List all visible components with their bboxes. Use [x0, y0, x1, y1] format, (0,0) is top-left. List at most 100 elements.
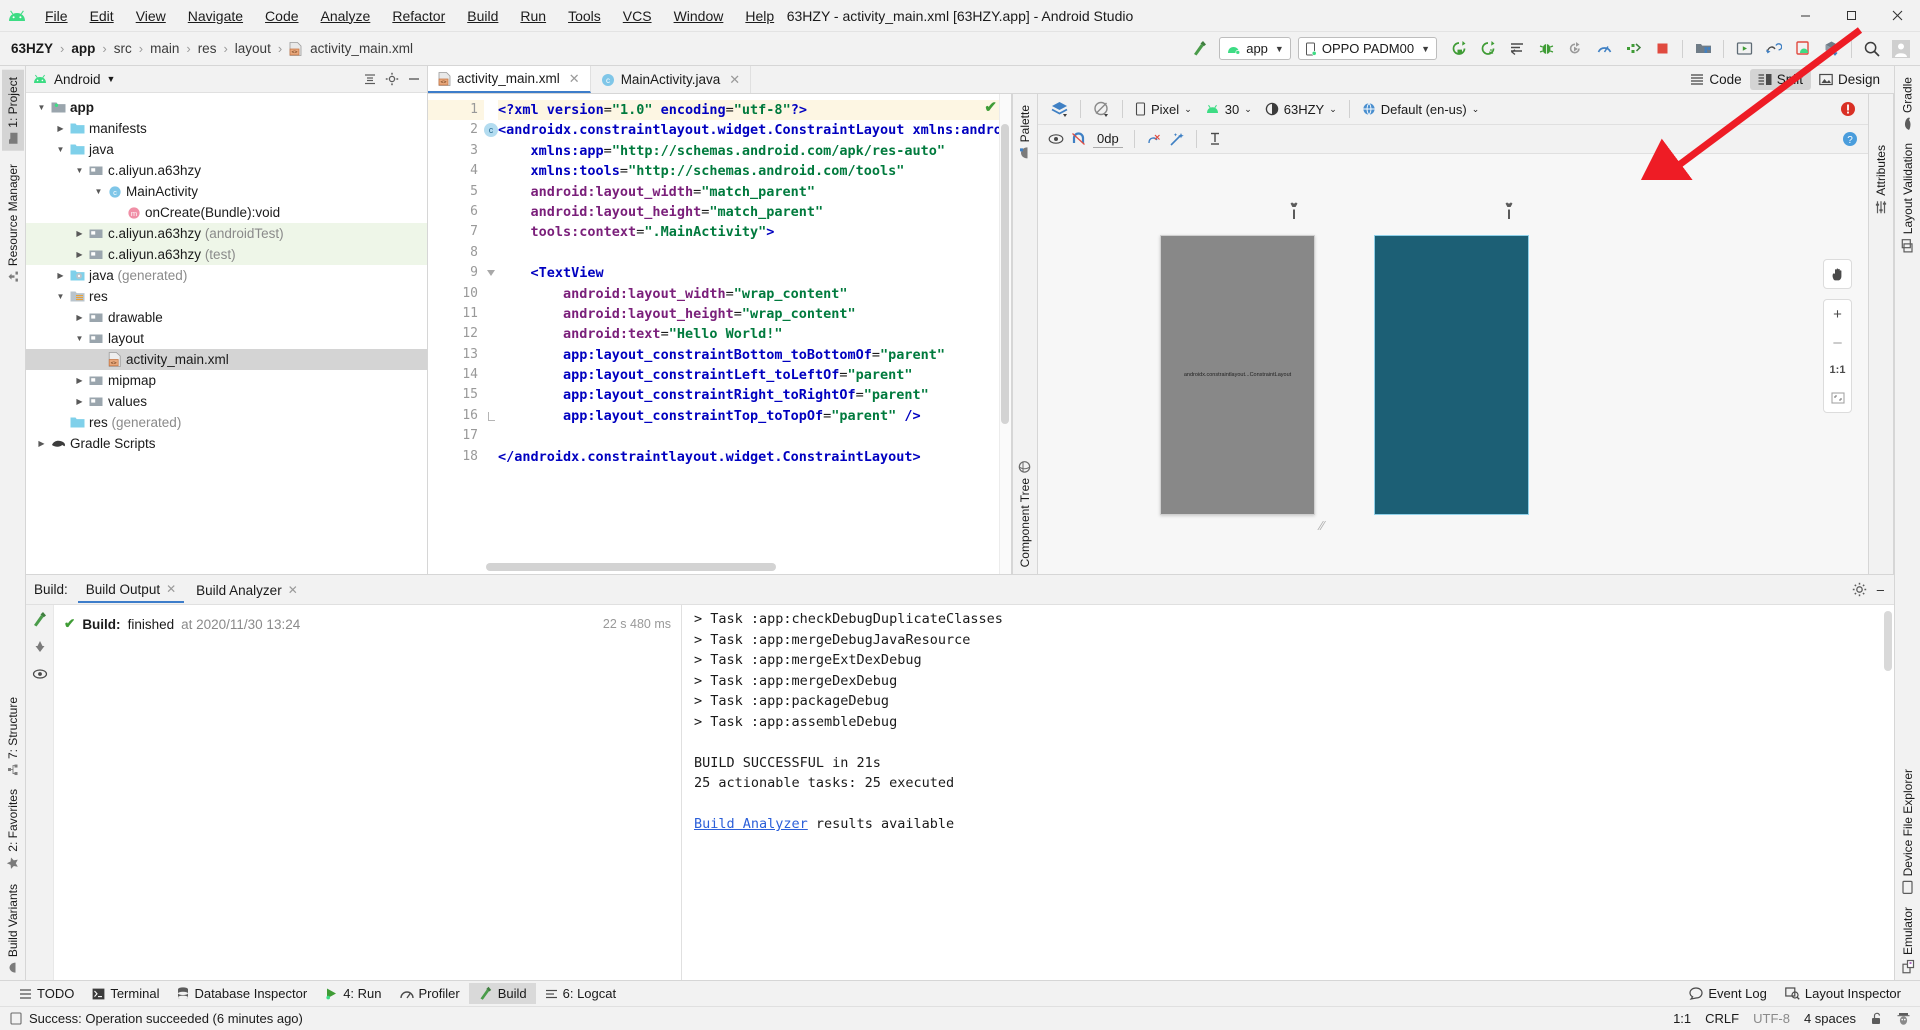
sdk-manager-icon[interactable] [1690, 36, 1716, 62]
line-number[interactable]: 7 [428, 222, 484, 242]
code-line[interactable]: android:text="Hello World!" [498, 324, 1011, 344]
tool-window-logcat[interactable]: 6: Logcat [536, 983, 626, 1004]
sidebar-item-attributes[interactable]: Attributes [1870, 138, 1892, 221]
gradle-sync-icon[interactable] [1818, 36, 1844, 62]
unlock-icon[interactable] [1870, 1012, 1883, 1025]
close-icon[interactable]: ✕ [729, 72, 740, 88]
line-number[interactable]: 3 [428, 141, 484, 161]
code-line[interactable]: xmlns:app="http://schemas.android.com/ap… [498, 141, 1011, 161]
tool-window-database-inspector[interactable]: Database Inspector [168, 983, 316, 1004]
chevron-down-icon[interactable]: ▼ [74, 334, 85, 343]
chevron-right-icon[interactable]: ▶ [74, 229, 85, 238]
sidebar-item-gradle[interactable]: Gradle [1896, 70, 1919, 136]
chevron-down-icon[interactable]: ▼ [74, 166, 85, 175]
magnet-icon[interactable] [1071, 132, 1086, 146]
apply-code-changes-icon[interactable] [1504, 36, 1530, 62]
build-log[interactable]: > Task :app:checkDebugDuplicateClasses > … [682, 605, 1894, 980]
file-encoding[interactable]: UTF-8 [1753, 1011, 1790, 1026]
theme-selector[interactable]: 63HZY ⌄ [1260, 100, 1342, 119]
indent-setting[interactable]: 4 spaces [1804, 1011, 1856, 1026]
avatar-icon[interactable] [1888, 36, 1914, 62]
chevron-right-icon[interactable]: ▶ [55, 271, 66, 280]
line-number[interactable]: 13 [428, 345, 484, 365]
line-number[interactable]: 10 [428, 284, 484, 304]
project-view-selector[interactable]: Android [54, 72, 101, 87]
menu-tools[interactable]: Tools [557, 4, 612, 28]
chevron-down-icon[interactable]: ▼ [55, 145, 66, 154]
hector-icon[interactable] [1897, 1012, 1910, 1026]
layout-inspector-icon[interactable] [1760, 36, 1786, 62]
code-line[interactable]: app:layout_constraintRight_toRightOf="pa… [498, 385, 1011, 405]
chevron-right-icon[interactable]: ▶ [74, 397, 85, 406]
tool-window-profiler[interactable]: Profiler [391, 983, 469, 1004]
rotate-icon[interactable] [1088, 100, 1115, 119]
menu-view[interactable]: View [125, 4, 177, 28]
apply-changes-icon[interactable]: A [1475, 36, 1501, 62]
code-line[interactable]: app:layout_constraintLeft_toLeftOf="pare… [498, 365, 1011, 385]
tab-build-output[interactable]: Build Output ✕ [77, 577, 185, 603]
breadcrumb-app[interactable]: app [68, 39, 98, 58]
code-line[interactable]: </androidx.constraintlayout.widget.Const… [498, 447, 1011, 467]
chevron-right-icon[interactable]: ▶ [74, 376, 85, 385]
line-number[interactable]: 15 [428, 385, 484, 405]
close-icon[interactable]: ✕ [166, 582, 176, 596]
margin-value[interactable]: 0dp [1093, 130, 1123, 148]
magic-icon[interactable] [1169, 132, 1185, 147]
chevron-down-icon[interactable]: ▼ [107, 74, 116, 84]
resize-handle-icon[interactable]: ⁄⁄ [1320, 518, 1324, 533]
attach-debugger-icon[interactable] [1562, 36, 1588, 62]
sidebar-item-layout-validation[interactable]: Layout Validation [1897, 136, 1919, 259]
build-log-scrollbar[interactable] [1884, 611, 1892, 671]
sidebar-item-emulator[interactable]: Emulator [1897, 900, 1919, 980]
code-line[interactable]: <?xml version="1.0" encoding="utf-8"?> [498, 100, 1011, 121]
device-render-preview[interactable]: androidx.constraintlayout...ConstraintLa… [1160, 235, 1315, 515]
gear-icon[interactable] [1852, 582, 1867, 597]
hide-panel-icon[interactable] [407, 72, 421, 86]
code-line[interactable]: <TextView [498, 263, 1011, 283]
chevron-right-icon[interactable]: ▶ [36, 439, 47, 448]
line-number[interactable]: 5 [428, 182, 484, 202]
line-number-gutter[interactable]: 1 2 c 3 4 5 6 7 8 9 10 11 12 13 14 15 16 17 18 [428, 94, 498, 574]
close-button[interactable] [1874, 0, 1920, 32]
fit-screen-button[interactable] [1823, 384, 1852, 412]
code-line[interactable]: app:layout_constraintBottom_toBottomOf="… [498, 345, 1011, 365]
mode-split-button[interactable]: Split [1749, 69, 1811, 90]
close-icon[interactable]: ✕ [569, 71, 580, 87]
tool-window-layout-inspector[interactable]: Layout Inspector [1776, 983, 1910, 1004]
breadcrumb-src[interactable]: src [111, 39, 135, 58]
line-number[interactable]: 8 [428, 243, 484, 263]
tree-item-mainactivity[interactable]: ▼ c MainActivity [26, 181, 427, 202]
sidebar-item-structure[interactable]: 7: Structure [2, 690, 24, 782]
tool-window-run[interactable]: 4: Run [316, 983, 390, 1004]
menu-analyze[interactable]: Analyze [310, 4, 382, 28]
code-line[interactable]: xmlns:tools="http://schemas.android.com/… [498, 161, 1011, 181]
line-number[interactable]: 17 [428, 426, 484, 446]
tree-item-app[interactable]: ▼ app [26, 97, 427, 118]
code-line[interactable] [498, 426, 1011, 446]
run-icon[interactable] [1446, 36, 1472, 62]
sidebar-item-project[interactable]: 1: Project [1, 70, 24, 151]
minimize-button[interactable] [1782, 0, 1828, 32]
layers-icon[interactable] [1046, 100, 1073, 119]
profiler-icon[interactable] [1591, 36, 1617, 62]
tree-item-layout[interactable]: ▼ layout [26, 328, 427, 349]
help-icon[interactable]: ? [1842, 131, 1858, 147]
breadcrumb-file[interactable]: activity_main.xml [307, 39, 416, 58]
tree-item-c-aliyun-a63hzy[interactable]: ▼ c.aliyun.a63hzy [26, 160, 427, 181]
module-selector[interactable]: app ▼ [1219, 37, 1291, 60]
sidebar-item-component-tree[interactable]: Component Tree [1014, 453, 1036, 574]
breadcrumb-main[interactable]: main [147, 39, 182, 58]
settings-gear-icon[interactable] [385, 72, 399, 86]
tab-mainactivity-java[interactable]: c MainActivity.java ✕ [591, 66, 752, 93]
tree-item-values[interactable]: ▶ values [26, 391, 427, 412]
build-hammer-icon[interactable] [31, 611, 48, 628]
line-separator[interactable]: CRLF [1705, 1011, 1739, 1026]
tree-item-c-aliyun-a63hzy[interactable]: ▶ c.aliyun.a63hzy (test) [26, 244, 427, 265]
tree-item-oncreate-bundle-void[interactable]: m onCreate(Bundle):void [26, 202, 427, 223]
code-vertical-scrollbar[interactable] [1001, 124, 1009, 424]
api-level-selector[interactable]: 30 ⌄ [1200, 100, 1257, 119]
actual-size-button[interactable]: 1:1 [1823, 356, 1852, 384]
line-number[interactable]: 14 [428, 365, 484, 385]
tree-item-c-aliyun-a63hzy[interactable]: ▶ c.aliyun.a63hzy (androidTest) [26, 223, 427, 244]
stop-icon[interactable] [1649, 36, 1675, 62]
